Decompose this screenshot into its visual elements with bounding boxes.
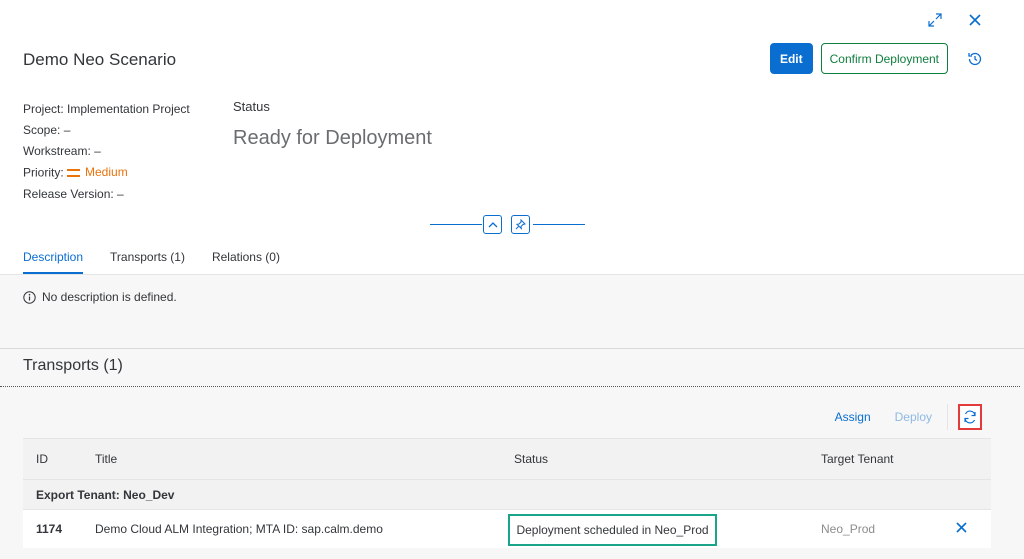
info-icon — [23, 290, 36, 304]
table-row[interactable]: 1174 Demo Cloud ALM Integration; MTA ID:… — [23, 510, 991, 548]
priority-value: Medium — [85, 165, 128, 179]
collapse-header-button[interactable] — [483, 215, 502, 234]
section-divider — [0, 386, 1020, 387]
priority-value-wrap: Medium — [67, 162, 128, 183]
header-attributes: Project: Implementation Project Scope: –… — [23, 99, 190, 205]
column-header-status[interactable]: Status — [514, 452, 548, 466]
page-title: Demo Neo Scenario — [23, 50, 177, 69]
close-icon[interactable] — [966, 11, 984, 29]
transports-table: ID Title Status Target Tenant Export Ten… — [23, 438, 991, 548]
tab-relations[interactable]: Relations (0) — [212, 250, 280, 274]
status-value: Ready for Deployment — [233, 127, 432, 149]
column-header-id[interactable]: ID — [36, 452, 48, 466]
scope-attribute: Scope: – — [23, 123, 71, 137]
priority-medium-icon — [67, 168, 81, 177]
history-icon[interactable] — [964, 48, 986, 70]
tab-description[interactable]: Description — [23, 250, 84, 274]
group-header-row[interactable]: Export Tenant: Neo_Dev — [23, 480, 991, 510]
expand-icon[interactable] — [926, 11, 944, 29]
object-page-header: Demo Neo Scenario Edit Confirm Deploymen… — [0, 0, 1024, 275]
remove-transport-icon[interactable] — [956, 522, 967, 536]
assign-button[interactable]: Assign — [835, 410, 871, 424]
description-section: No description is defined. — [0, 276, 1024, 349]
row-status: Deployment scheduled in Neo_Prod — [508, 514, 717, 546]
row-title: Demo Cloud ALM Integration; MTA ID: sap.… — [95, 522, 383, 536]
description-message: No description is defined. — [23, 290, 177, 304]
priority-attribute: Priority: Medium — [23, 162, 190, 184]
status-label: Status — [233, 99, 270, 114]
tab-transports[interactable]: Transports (1) — [110, 250, 185, 274]
toolbar-separator — [947, 404, 948, 430]
column-header-title[interactable]: Title — [95, 452, 117, 466]
row-status-text: Deployment scheduled in Neo_Prod — [516, 523, 709, 537]
deploy-button[interactable]: Deploy — [895, 410, 932, 424]
release-attribute: Release Version: – — [23, 186, 124, 201]
refresh-icon[interactable] — [958, 404, 982, 430]
transports-section-title: Transports (1) — [23, 357, 123, 374]
divider-right — [533, 224, 585, 225]
header-actions: Edit Confirm Deployment — [769, 43, 986, 74]
tab-bar: Description Transports (1) Relations (0) — [23, 250, 280, 274]
description-text: No description is defined. — [42, 290, 177, 304]
priority-label: Priority: — [23, 165, 64, 180]
transports-toolbar: Assign Deploy — [835, 404, 982, 430]
window-controls — [926, 11, 984, 29]
pin-header-button[interactable] — [511, 215, 530, 234]
project-attribute: Project: Implementation Project — [23, 102, 190, 116]
workstream-attribute: Workstream: – — [23, 144, 101, 158]
header-collapse-bar — [430, 213, 585, 235]
divider-left — [430, 224, 482, 225]
row-target-tenant: Neo_Prod — [821, 522, 876, 536]
column-header-target-tenant[interactable]: Target Tenant — [821, 452, 894, 466]
group-label: Export Tenant: Neo_Dev — [36, 487, 175, 502]
confirm-deployment-button[interactable]: Confirm Deployment — [820, 43, 948, 74]
row-id: 1174 — [36, 522, 63, 536]
edit-button[interactable]: Edit — [769, 43, 813, 74]
table-header: ID Title Status Target Tenant — [23, 438, 991, 480]
